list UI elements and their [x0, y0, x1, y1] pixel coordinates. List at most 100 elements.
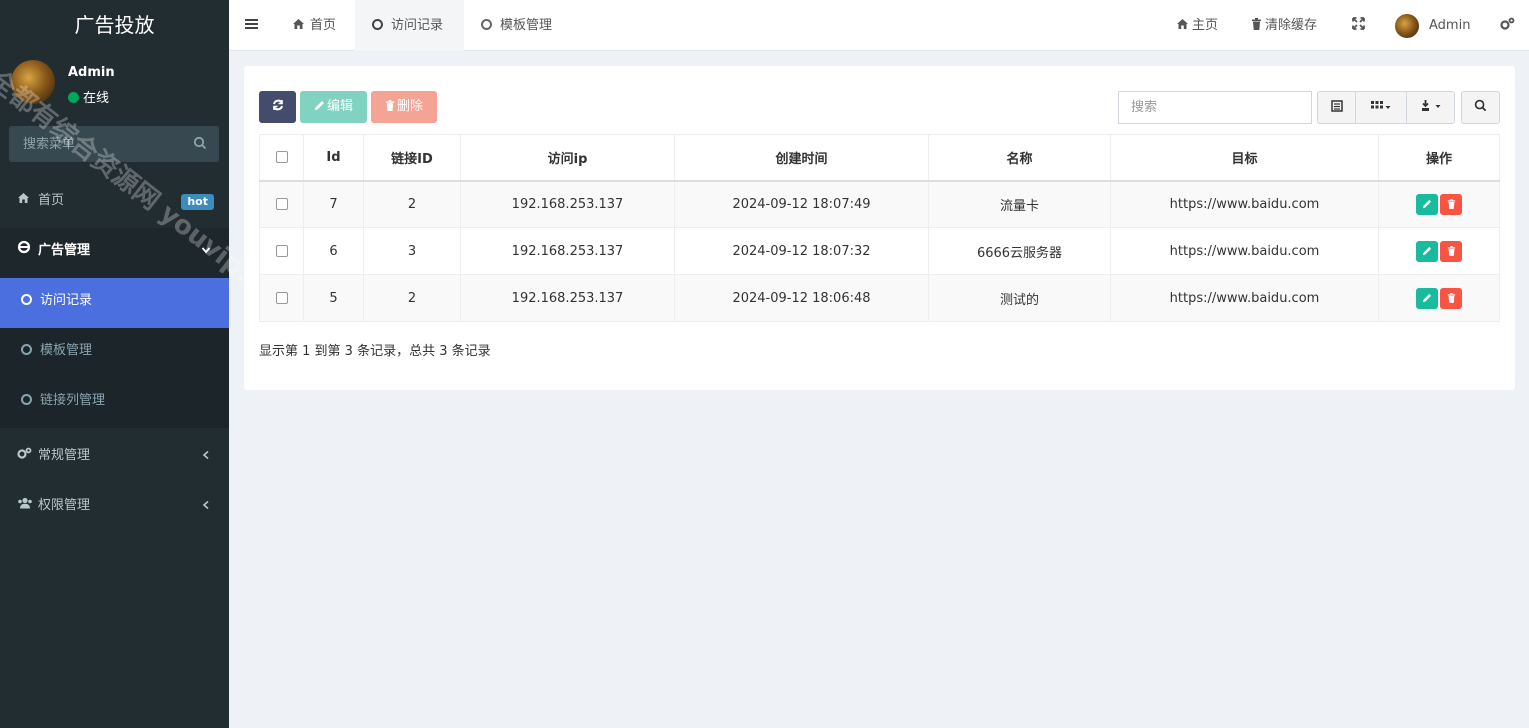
visit-log-table: Id 链接ID 访问ip 创建时间 名称 目标 操作 7 2 192.168.2… [259, 134, 1500, 322]
cell-target: https://www.baidu.com [1110, 180, 1379, 228]
row-edit-button[interactable] [1416, 240, 1438, 262]
row-delete-button[interactable] [1440, 287, 1462, 309]
row-delete-button[interactable] [1440, 193, 1462, 215]
users-icon [17, 483, 33, 529]
home-icon [17, 178, 33, 224]
cell-ip: 192.168.253.137 [460, 274, 675, 322]
row-checkbox[interactable] [275, 245, 288, 257]
sidebar-item-template[interactable]: 模板管理 [0, 328, 229, 378]
sidebar-item-auth[interactable]: 权限管理 [0, 483, 229, 533]
edit-button-label: 编辑 [326, 99, 353, 114]
cell-target: https://www.baidu.com [1110, 274, 1379, 322]
table-row[interactable]: 5 2 192.168.253.137 2024-09-12 18:06:48 … [259, 274, 1500, 322]
column-header[interactable]: 链接ID [363, 134, 461, 182]
chevron-left-icon [201, 433, 211, 479]
refresh-button[interactable] [259, 91, 296, 123]
circle-icon [372, 19, 383, 30]
row-delete-button[interactable] [1440, 240, 1462, 262]
columns-toggle-icon[interactable] [1356, 92, 1406, 123]
sidebar-item-visit-log[interactable]: 访问记录 [0, 278, 229, 328]
sidebar-item-ads[interactable]: 广告管理 [0, 228, 229, 278]
toggle-view-icon[interactable] [1318, 92, 1355, 123]
row-select-cell [259, 227, 304, 275]
top-navbar: 首页 访问记录 模板管理 主页 清除缓存 Admin [229, 0, 1529, 51]
table-search [1118, 91, 1312, 124]
column-header[interactable]: 名称 [928, 134, 1111, 182]
sidebar-menu: 首页 hot 广告管理 访问记录 模板管理 链接列管理 常规管理 权限管理 [0, 178, 229, 533]
search-icon[interactable] [193, 136, 207, 154]
fullscreen-icon[interactable] [1352, 0, 1365, 51]
avatar [11, 60, 55, 104]
sidebar-item-general[interactable]: 常规管理 [0, 433, 229, 483]
menu-toggle-icon[interactable] [245, 0, 258, 51]
column-header[interactable]: Id [303, 134, 364, 182]
sidebar-item-label: 模板管理 [40, 343, 93, 358]
row-select-cell [259, 180, 304, 228]
cell-name: 测试的 [928, 274, 1111, 322]
sidebar-item-home[interactable]: 首页 hot [0, 178, 229, 228]
cell-link-id: 2 [363, 274, 461, 322]
tab-template[interactable]: 模板管理 [464, 0, 574, 51]
cell-actions [1378, 227, 1500, 275]
row-edit-button[interactable] [1416, 287, 1438, 309]
tab-label: 模板管理 [500, 18, 553, 33]
content-panel: 编辑 删除 Id 链接ID 访问ip 创建时间 名称 [244, 66, 1515, 390]
sidebar-item-label: 首页 [38, 193, 65, 208]
table-header-row: Id 链接ID 访问ip 创建时间 名称 目标 操作 [259, 134, 1500, 182]
row-checkbox[interactable] [275, 198, 288, 211]
edit-button[interactable]: 编辑 [300, 91, 367, 123]
tab-home[interactable]: 首页 [279, 0, 355, 51]
user-name: Admin [68, 65, 115, 80]
trash-icon [1447, 292, 1455, 303]
trash-icon [385, 99, 397, 114]
clear-cache-button[interactable]: 清除缓存 [1251, 0, 1317, 51]
cell-name: 流量卡 [928, 180, 1111, 228]
table-row[interactable]: 7 2 192.168.253.137 2024-09-12 18:07:49 … [259, 180, 1500, 228]
row-select-cell [259, 274, 304, 322]
cell-name: 6666云服务器 [928, 227, 1111, 275]
export-icon[interactable] [1407, 92, 1455, 123]
home-link-label: 主页 [1192, 18, 1219, 33]
home-icon [292, 18, 310, 33]
cogs-icon [17, 433, 33, 479]
delete-button[interactable]: 删除 [371, 91, 437, 123]
cell-id: 6 [303, 227, 364, 275]
table-search-input[interactable] [1119, 92, 1311, 123]
brand-title[interactable]: 广告投放 [0, 0, 229, 51]
row-edit-button[interactable] [1416, 193, 1438, 215]
column-header[interactable]: 创建时间 [674, 134, 929, 182]
user-status: 在线 [68, 87, 109, 106]
select-all-checkbox[interactable] [275, 151, 288, 164]
tab-visit-log[interactable]: 访问记录 [355, 0, 464, 51]
pencil-icon [1422, 293, 1432, 302]
home-link[interactable]: 主页 [1176, 0, 1218, 51]
ie-icon [17, 228, 33, 274]
column-header[interactable]: 访问ip [460, 134, 675, 182]
cell-created: 2024-09-12 18:06:48 [674, 274, 929, 322]
cell-link-id: 2 [363, 180, 461, 228]
cell-id: 5 [303, 274, 364, 322]
ads-submenu: 访问记录 模板管理 链接列管理 [0, 278, 229, 428]
column-header[interactable]: 目标 [1110, 134, 1379, 182]
home-icon [1176, 18, 1192, 33]
sidebar: 广告投放 Admin 在线 首页 hot 广告管理 访问记录 模板管理 链接列管… [0, 0, 305, 728]
sidebar-search-input[interactable] [9, 126, 189, 162]
chevron-down-icon [201, 228, 211, 274]
cell-id: 7 [303, 180, 364, 228]
tab-label: 访问记录 [391, 18, 444, 33]
sidebar-item-label: 权限管理 [38, 498, 91, 513]
circle-icon [21, 394, 32, 405]
sidebar-item-link-column[interactable]: 链接列管理 [0, 378, 229, 428]
advanced-search-icon[interactable] [1461, 91, 1500, 124]
pencil-icon [1422, 246, 1432, 255]
circle-icon [481, 19, 492, 30]
settings-gears-icon[interactable] [1500, 0, 1515, 51]
user-status-label: 在线 [83, 91, 110, 106]
row-checkbox[interactable] [275, 292, 288, 304]
pencil-icon [1422, 199, 1432, 208]
refresh-icon [272, 99, 284, 114]
table-row[interactable]: 6 3 192.168.253.137 2024-09-12 18:07:32 … [259, 227, 1500, 275]
user-menu[interactable]: Admin [1395, 0, 1470, 51]
select-all-header [259, 134, 304, 182]
hot-badge: hot [181, 194, 214, 210]
